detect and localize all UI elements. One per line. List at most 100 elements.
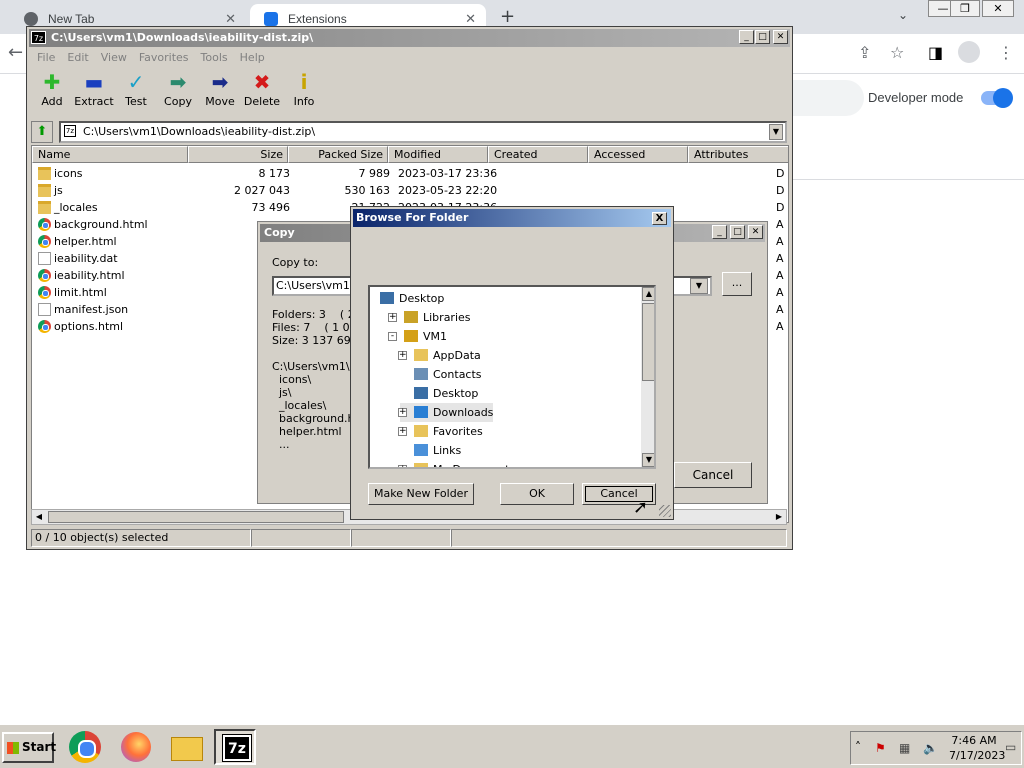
- browse-button[interactable]: ...: [722, 272, 752, 296]
- taskbar-explorer[interactable]: [166, 729, 208, 765]
- start-button[interactable]: Start: [2, 732, 56, 763]
- profile-avatar[interactable]: [958, 41, 980, 63]
- address-input[interactable]: 7z C:\Users\vm1\Downloads\ieability-dist…: [59, 121, 787, 143]
- network-icon[interactable]: ▦: [899, 741, 915, 755]
- scroll-up-icon[interactable]: ▲: [642, 287, 654, 301]
- tree-item-desktop[interactable]: Desktop: [400, 384, 478, 403]
- clock-date: 7/17/2023: [949, 749, 1006, 762]
- back-arrow-icon[interactable]: ←: [8, 42, 23, 63]
- close-tab-icon[interactable]: ✕: [465, 11, 476, 27]
- cell-name: _locales: [54, 201, 98, 214]
- menu-tools[interactable]: Tools: [195, 49, 234, 67]
- toolbar-extract-button[interactable]: ▬ Extract: [73, 71, 115, 115]
- window-close-icon[interactable]: ✕: [982, 0, 1014, 17]
- toolbar-delete-button[interactable]: ✖ Delete: [241, 71, 283, 115]
- tree-item-label: VM1: [423, 330, 448, 343]
- tree-item-libraries[interactable]: + Libraries: [388, 308, 471, 327]
- scroll-right-icon[interactable]: ▶: [772, 510, 786, 524]
- scroll-down-icon[interactable]: ▼: [642, 453, 654, 467]
- toolbar-add-button[interactable]: ✚ Add: [31, 71, 73, 115]
- menu-dots-icon[interactable]: ⋮: [998, 43, 1014, 62]
- taskbar-chrome[interactable]: [64, 729, 106, 765]
- collapse-icon[interactable]: -: [388, 332, 397, 341]
- table-row[interactable]: icons 8 173 7 989 2023-03-17 23:36 D: [32, 165, 788, 182]
- menu-favorites[interactable]: Favorites: [133, 49, 195, 67]
- chevron-up-icon[interactable]: ˄: [855, 740, 861, 754]
- star-icon[interactable]: ☆: [890, 43, 904, 62]
- close-icon[interactable]: ✕: [773, 30, 788, 44]
- expand-icon[interactable]: +: [398, 427, 407, 436]
- tree-item-label: Desktop: [433, 387, 479, 400]
- column-accessed[interactable]: Accessed: [588, 146, 688, 163]
- cell-attr: A: [776, 218, 784, 231]
- minimize-icon[interactable]: _: [739, 30, 754, 44]
- toolbar: ✚ Add ▬ Extract ✓ Test ➡ Copy ➡ Move ✖ Delete i Info: [31, 71, 325, 115]
- close-icon[interactable]: X: [652, 212, 667, 225]
- column-created[interactable]: Created: [488, 146, 588, 163]
- toolbar-test-button[interactable]: ✓ Test: [115, 71, 157, 115]
- menu-help[interactable]: Help: [234, 49, 271, 67]
- chevron-down-icon[interactable]: ▼: [690, 278, 708, 294]
- toolbar-label: Info: [293, 95, 315, 108]
- menu-view[interactable]: View: [95, 49, 133, 67]
- column-packed-size[interactable]: Packed Size: [288, 146, 388, 163]
- expand-icon[interactable]: +: [398, 408, 407, 417]
- scroll-thumb[interactable]: [48, 511, 344, 523]
- tree-item-links[interactable]: Links: [400, 441, 461, 460]
- folder-icon: [414, 349, 428, 361]
- window-maximize-icon[interactable]: ❐: [950, 0, 980, 17]
- table-row[interactable]: js 2 027 043 530 163 2023-05-23 22:20 D: [32, 182, 788, 199]
- tree-item-vm1[interactable]: - VM1: [388, 327, 448, 346]
- folder-tree[interactable]: Desktop + Libraries - VM1 + AppData Contacts Des…: [368, 285, 656, 469]
- tree-item-desktop[interactable]: Desktop: [380, 289, 444, 308]
- desktop-show-icon[interactable]: ▭: [1005, 740, 1021, 754]
- maximize-icon[interactable]: □: [755, 30, 770, 44]
- folder-icon: [38, 201, 51, 214]
- tree-item-favorites[interactable]: + Favorites: [398, 422, 483, 441]
- cell-name: limit.html: [54, 286, 107, 299]
- maximize-icon[interactable]: □: [730, 225, 745, 239]
- developer-mode-toggle[interactable]: [981, 88, 1013, 108]
- toolbar-info-button[interactable]: i Info: [283, 71, 325, 115]
- close-icon[interactable]: ✕: [748, 225, 763, 239]
- vertical-scrollbar[interactable]: ▲ ▼: [641, 287, 654, 467]
- cell-attr: A: [776, 286, 784, 299]
- toolbar-move-button[interactable]: ➡ Move: [199, 71, 241, 115]
- tree-item-my-documents[interactable]: + My Documents: [398, 460, 515, 467]
- column-name[interactable]: Name: [32, 146, 188, 163]
- menu-file[interactable]: File: [31, 49, 61, 67]
- chevron-down-icon[interactable]: ▼: [769, 124, 783, 140]
- tab-search-icon[interactable]: ⌄: [898, 8, 908, 22]
- tree-item-downloads[interactable]: + Downloads: [398, 403, 494, 422]
- expand-icon[interactable]: +: [398, 351, 407, 360]
- tree-item-appdata[interactable]: + AppData: [398, 346, 481, 365]
- toolbar-copy-button[interactable]: ➡ Copy: [157, 71, 199, 115]
- sidepanel-icon[interactable]: ◨: [928, 43, 943, 62]
- copy-cancel-button[interactable]: Cancel: [674, 462, 752, 488]
- menu-bar: File Edit View Favorites Tools Help: [31, 49, 271, 67]
- scroll-left-icon[interactable]: ◀: [32, 510, 46, 524]
- scroll-thumb[interactable]: [642, 303, 654, 381]
- close-tab-icon[interactable]: ✕: [225, 11, 236, 27]
- expand-icon[interactable]: +: [388, 313, 397, 322]
- expand-icon[interactable]: +: [398, 465, 407, 467]
- share-icon[interactable]: ⇪: [858, 43, 871, 62]
- chrome-icon: [38, 269, 51, 282]
- new-tab-button[interactable]: +: [500, 6, 515, 27]
- column-modified[interactable]: Modified: [388, 146, 488, 163]
- up-folder-icon[interactable]: ⬆: [31, 121, 53, 143]
- tree-item-contacts[interactable]: Contacts: [400, 365, 482, 384]
- resize-grip-icon[interactable]: [659, 505, 671, 517]
- taskbar-7zip[interactable]: 7z: [214, 729, 256, 765]
- taskbar-firefox[interactable]: [116, 729, 158, 765]
- flag-icon[interactable]: ⚑: [875, 741, 891, 755]
- mouse-cursor-icon: ➚: [633, 497, 649, 518]
- menu-edit[interactable]: Edit: [61, 49, 94, 67]
- minimize-icon[interactable]: _: [712, 225, 727, 239]
- ok-button[interactable]: OK: [500, 483, 574, 505]
- column-attributes[interactable]: Attributes: [688, 146, 788, 163]
- volume-icon[interactable]: 🔈: [923, 741, 939, 755]
- extensions-search[interactable]: [792, 80, 864, 116]
- make-new-folder-button[interactable]: Make New Folder: [368, 483, 474, 505]
- column-size[interactable]: Size: [188, 146, 288, 163]
